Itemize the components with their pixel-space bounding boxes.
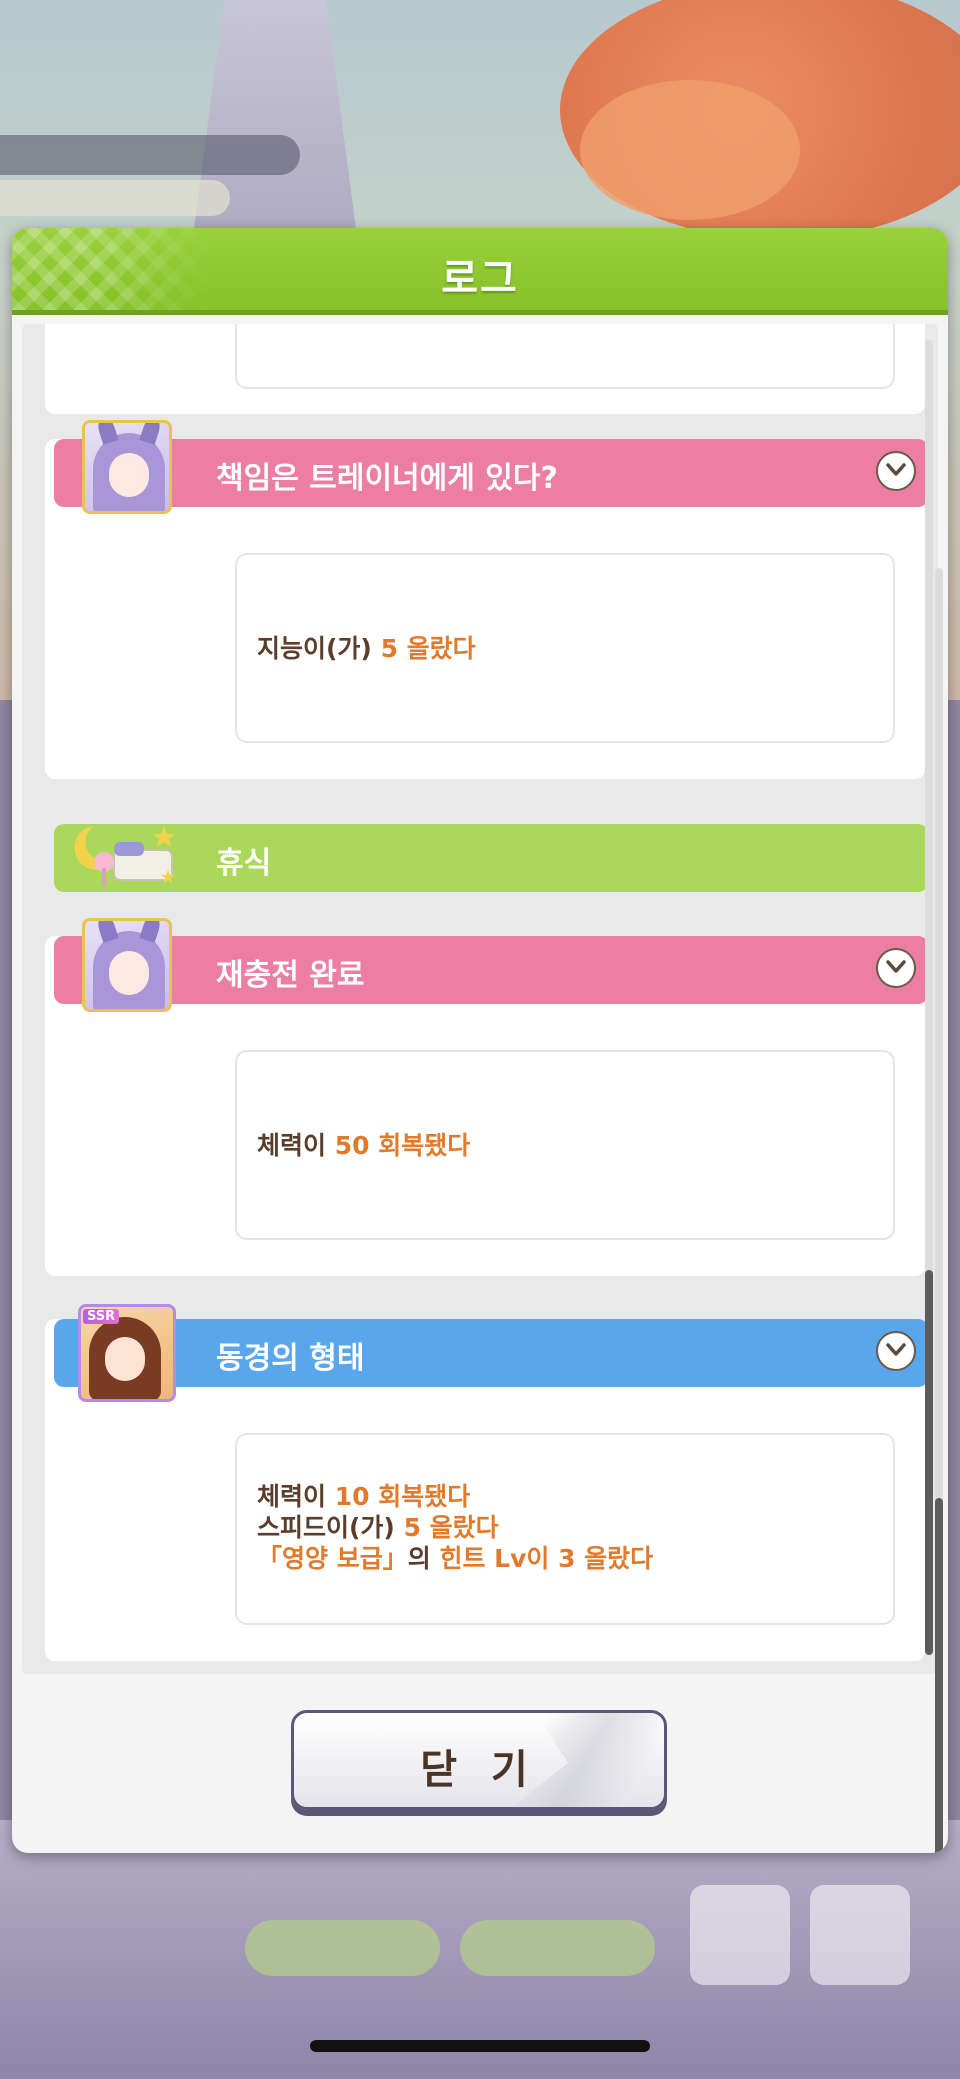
rest-icon: [74, 826, 175, 886]
background-skip-button: [245, 1920, 440, 1976]
log-list[interactable]: 지능이(가) 5 올랐다 책임은 트레이너에게 있다? 휴식 체력이 50 회복…: [22, 324, 938, 1674]
event-title: 동경의 형태: [216, 1341, 365, 1376]
support-card-avatar: SSR: [78, 1304, 176, 1402]
message-text: 지능이(가) 5 올랐다: [257, 633, 476, 664]
close-button[interactable]: 닫 기: [291, 1710, 667, 1810]
background-plate: [0, 180, 230, 216]
message-box: 체력이 50 회복됐다: [235, 1050, 895, 1240]
message-text: 체력이 50 회복됐다: [257, 1130, 470, 1161]
event-banner: 책임은 트레이너에게 있다?: [54, 439, 928, 507]
message-line: 「영양 보급」의 힌트 Lv이 3 올랐다: [257, 1544, 654, 1573]
background-menu-button: [810, 1885, 910, 1985]
scrollbar-thumb[interactable]: [935, 1498, 943, 1853]
event-banner: 동경의 형태: [54, 1319, 928, 1387]
dialog-header: 로그: [12, 228, 948, 315]
message-line: 지능이(가) 5 올랐다: [257, 634, 476, 663]
dialog-title: 로그: [441, 256, 519, 302]
background-plate: [0, 135, 300, 175]
event-banner: 재충전 완료: [54, 936, 928, 1004]
event-title: 재충전 완료: [216, 958, 365, 993]
character-avatar: [82, 420, 172, 514]
ssr-badge: SSR: [83, 1309, 120, 1324]
message-box: 체력이 10 회복됐다 스피드이(가) 5 올랐다 「영양 보급」의 힌트 Lv…: [235, 1433, 895, 1625]
home-indicator[interactable]: [310, 2040, 650, 2052]
message-box: 지능이(가) 5 올랐다: [235, 553, 895, 743]
message-box: [235, 324, 895, 389]
log-card-previous: [45, 324, 925, 414]
chevron-down-icon[interactable]: [876, 1331, 916, 1371]
message-line: 스피드이(가) 5 올랐다: [257, 1513, 499, 1542]
background-auto-button: [460, 1920, 655, 1976]
message-text: 체력이 10 회복됐다 스피드이(가) 5 올랐다 「영양 보급」의 힌트 Lv…: [257, 1481, 653, 1574]
scrollbar-thumb[interactable]: [925, 1270, 933, 1655]
chevron-down-icon[interactable]: [876, 451, 916, 491]
event-title: 휴식: [216, 846, 272, 881]
log-dialog: 로그 지능이(가) 5 올랐다 책임은 트레이너에게 있다? 휴식 체력이 50…: [12, 228, 948, 1853]
event-title: 책임은 트레이너에게 있다?: [216, 461, 558, 496]
background-tree: [580, 80, 800, 220]
chevron-down-icon[interactable]: [876, 948, 916, 988]
event-banner-rest: 휴식: [54, 824, 928, 892]
close-button-label: 닫 기: [420, 1747, 538, 1793]
character-avatar: [82, 918, 172, 1012]
message-line: 체력이 10 회복됐다: [257, 1482, 471, 1511]
message-line: 체력이 50 회복됐다: [257, 1131, 471, 1160]
background-log-button: [690, 1885, 790, 1985]
